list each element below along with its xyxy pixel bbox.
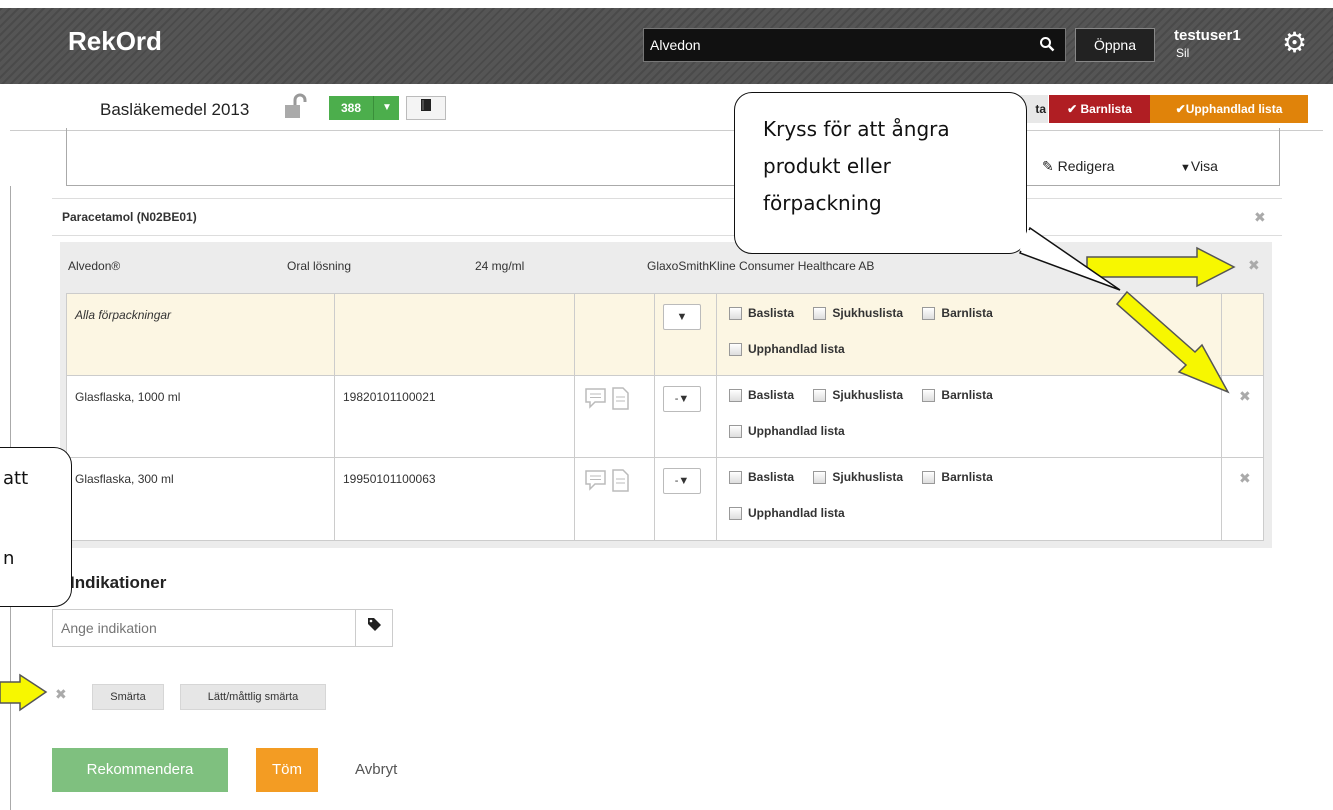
callout-line: produkt eller [763, 154, 891, 178]
callout-right: Kryss för att ångra produkt eller förpac… [734, 92, 1027, 254]
annotation-arrows [0, 246, 1236, 712]
callout-line: förpackning [763, 191, 882, 215]
callout-line: n [3, 548, 15, 569]
callout-line: Kryss för att ångra [763, 117, 950, 141]
arrow-left-edge-icon [0, 673, 48, 712]
arrow-diagonal-icon [1115, 290, 1230, 394]
callout-left: att n [0, 447, 72, 607]
callout-line: att [3, 468, 29, 489]
callout-pointer [1019, 226, 1121, 291]
